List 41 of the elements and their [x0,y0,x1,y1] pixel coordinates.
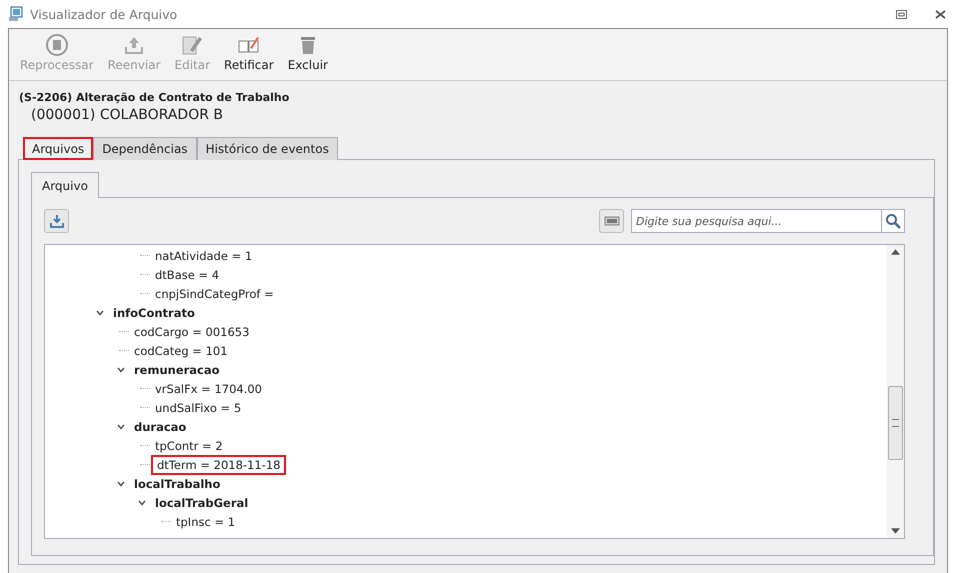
toolbar-button[interactable]: Retificar [217,33,281,80]
tab[interactable]: Arquivo [31,172,99,198]
tree-node[interactable]: localTrabalho [132,476,222,492]
tree-node[interactable]: vrSalFx = 1704.00 [153,380,264,396]
toolbar-button[interactable]: Excluir [280,33,335,80]
employee-name: (000001) COLABORADOR B [30,107,224,123]
close-icon[interactable] [935,10,946,18]
scrollbar-thumb[interactable] [888,386,903,460]
tree-node[interactable]: tpContr = 2 [153,438,225,454]
tree-node[interactable]: undSalFixo = 5 [153,400,244,416]
chevron-icon[interactable] [117,480,125,486]
tree-node[interactable]: natAtividade = 1 [153,248,254,264]
tree-node[interactable]: dtTerm = 2018-11-18 [153,456,284,472]
tree-node[interactable]: localTrabGeral [153,494,250,510]
restore-icon[interactable] [896,10,907,18]
scroll-down-icon[interactable] [891,528,900,534]
document-icon [604,215,620,227]
window-title: Visualizador de Arquivo [30,6,178,22]
chevron-icon[interactable] [117,366,125,372]
scroll-up-icon[interactable] [891,249,900,255]
tree-node[interactable]: infoContrato [111,304,197,320]
chevron-icon[interactable] [138,500,146,506]
tree-node[interactable]: cnpjSindCategProf = [153,286,276,302]
tree-node[interactable]: codCargo = 001653 [132,324,252,340]
tree-node[interactable]: dtBase = 4 [153,266,222,282]
download-button[interactable] [44,209,69,233]
search-icon[interactable] [881,209,905,233]
download-icon [48,213,64,229]
chevron-icon[interactable] [117,424,125,430]
chevron-icon[interactable] [96,310,104,316]
event-title: (S-2206) Alteração de Contrato de Trabalho [19,91,290,104]
tab[interactable]: Histórico de eventos [196,137,338,160]
tree-node[interactable]: codCateg = 101 [132,342,230,358]
tree-node[interactable]: tpInsc = 1 [174,514,238,530]
xml-button[interactable] [599,209,624,233]
search-field[interactable]: Digite sua pesquisa aqui... [631,209,881,233]
tab[interactable]: Dependências [93,137,197,160]
tab[interactable]: Arquivos [23,137,94,160]
tree-node[interactable]: remuneracao [132,362,222,378]
tree-node[interactable]: duracao [132,418,188,434]
window-icon [8,6,24,22]
